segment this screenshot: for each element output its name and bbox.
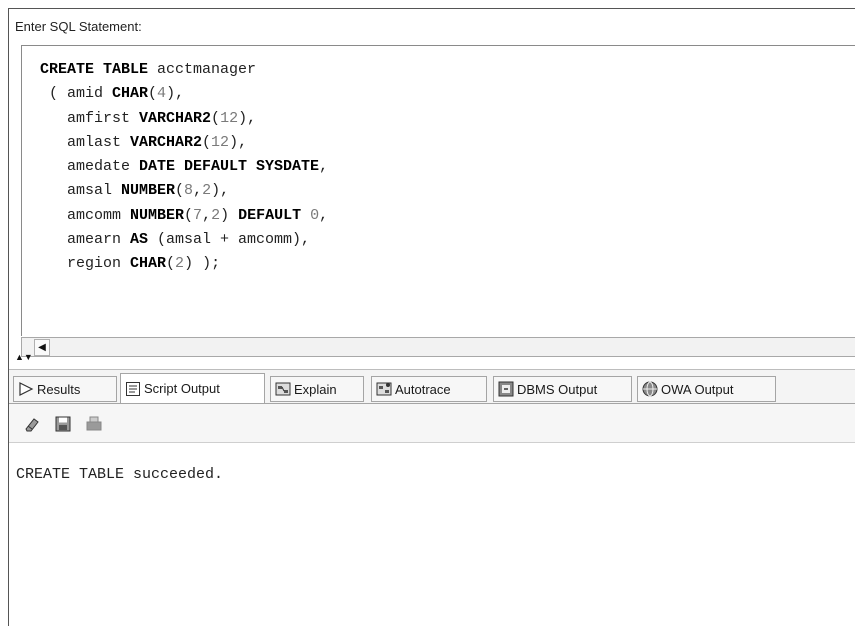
output-toolbar bbox=[9, 404, 855, 443]
sql-line[interactable]: ( amid CHAR(4), bbox=[40, 82, 328, 106]
print-icon[interactable] bbox=[85, 415, 103, 433]
save-icon[interactable] bbox=[54, 415, 72, 433]
sql-keyword: NUMBER bbox=[130, 206, 185, 224]
sql-text: ) bbox=[220, 206, 239, 224]
tab-explain-label: Explain bbox=[294, 381, 337, 397]
tab-script-output-label: Script Output bbox=[144, 381, 220, 396]
output-tab-strip: Results Script Output Explain Autotrace … bbox=[9, 369, 855, 404]
sql-text: ( bbox=[148, 85, 158, 103]
sql-editor[interactable]: CREATE TABLE acctmanager ( amid CHAR(4),… bbox=[21, 45, 855, 336]
sql-line[interactable]: amlast VARCHAR2(12), bbox=[40, 131, 328, 155]
sql-keyword: DATE DEFAULT SYSDATE bbox=[139, 158, 320, 176]
sql-keyword: NUMBER bbox=[121, 182, 176, 200]
sql-text: ), bbox=[211, 182, 230, 200]
sql-number: 8 bbox=[184, 182, 194, 200]
scroll-left-arrow-icon[interactable]: ◀ bbox=[34, 339, 50, 356]
script-output-text: CREATE TABLE succeeded. bbox=[16, 466, 224, 483]
sql-text: ( bbox=[202, 133, 212, 151]
sql-text: , bbox=[319, 158, 329, 176]
sql-line[interactable]: CREATE TABLE acctmanager bbox=[40, 58, 328, 82]
sql-number: 2 bbox=[211, 206, 221, 224]
sql-text: , bbox=[193, 182, 203, 200]
sql-text: , bbox=[319, 206, 329, 224]
sql-line[interactable]: amedate DATE DEFAULT SYSDATE, bbox=[40, 155, 328, 179]
sql-text: amedate bbox=[40, 158, 140, 176]
sql-line[interactable]: amfirst VARCHAR2(12), bbox=[40, 107, 328, 131]
sql-text: ( bbox=[184, 206, 194, 224]
sql-keyword: VARCHAR2 bbox=[139, 109, 212, 127]
sql-number: 4 bbox=[157, 85, 167, 103]
splitter-arrows-icon[interactable]: ▲▼ bbox=[15, 353, 33, 362]
sql-text: ), bbox=[166, 85, 185, 103]
sql-text: amcomm bbox=[40, 206, 131, 224]
sql-text: ) ); bbox=[184, 255, 221, 273]
sql-line[interactable]: amsal NUMBER(8,2), bbox=[40, 179, 328, 203]
sql-number: 2 bbox=[175, 255, 185, 273]
sql-text: amsal bbox=[40, 182, 122, 200]
sql-number: 12 bbox=[220, 109, 239, 127]
sql-text: ( bbox=[211, 109, 221, 127]
sql-text: amearn bbox=[40, 231, 131, 249]
sql-number: 2 bbox=[202, 182, 212, 200]
editor-label: Enter SQL Statement: bbox=[15, 19, 142, 34]
tab-results-label: Results bbox=[37, 381, 81, 397]
sql-keyword: VARCHAR2 bbox=[130, 133, 203, 151]
tab-explain[interactable]: Explain bbox=[270, 376, 364, 402]
sql-number: 12 bbox=[211, 133, 230, 151]
sql-text: region bbox=[40, 255, 131, 273]
tab-dbms-output-label: DBMS Output bbox=[517, 381, 598, 397]
sql-text: (amsal + amcomm), bbox=[148, 231, 311, 249]
tab-autotrace[interactable]: Autotrace bbox=[371, 376, 487, 402]
sql-text: amlast bbox=[40, 133, 131, 151]
play-triangle-icon bbox=[19, 382, 34, 396]
script-output-icon bbox=[126, 381, 140, 396]
sql-text: acctmanager bbox=[148, 61, 257, 78]
sql-worksheet-panel: Enter SQL Statement: CREATE TABLE acctma… bbox=[8, 8, 855, 627]
sql-code[interactable]: CREATE TABLE acctmanager ( amid CHAR(4),… bbox=[40, 58, 328, 277]
sql-text: amfirst bbox=[40, 109, 140, 127]
sql-keyword: CREATE TABLE bbox=[40, 61, 149, 78]
tab-owa-output[interactable]: OWA Output bbox=[637, 376, 776, 402]
sql-keyword: AS bbox=[130, 231, 149, 249]
tab-script-output[interactable]: Script Output bbox=[120, 373, 265, 404]
sql-line[interactable]: amearn AS (amsal + amcomm), bbox=[40, 228, 328, 252]
sql-text: ( bbox=[166, 255, 176, 273]
tab-autotrace-label: Autotrace bbox=[395, 381, 451, 397]
sql-text: , bbox=[202, 206, 212, 224]
sql-text: ( amid bbox=[40, 85, 113, 103]
autotrace-icon bbox=[376, 382, 392, 396]
globe-icon bbox=[642, 381, 658, 397]
sql-line[interactable]: amcomm NUMBER(7,2) DEFAULT 0, bbox=[40, 204, 328, 228]
editor-horizontal-scrollbar[interactable]: ◀ bbox=[21, 337, 855, 357]
pane-splitter[interactable]: ▲▼ bbox=[9, 353, 855, 368]
sql-number: 7 bbox=[193, 206, 203, 224]
eraser-icon[interactable] bbox=[23, 415, 41, 433]
tab-owa-output-label: OWA Output bbox=[661, 381, 734, 397]
sql-keyword: DEFAULT bbox=[238, 206, 302, 224]
sql-text: ), bbox=[229, 133, 248, 151]
sql-number: 0 bbox=[310, 206, 320, 224]
tab-dbms-output[interactable]: DBMS Output bbox=[493, 376, 632, 402]
sql-line[interactable]: region CHAR(2) ); bbox=[40, 252, 328, 276]
explain-plan-icon bbox=[275, 382, 291, 396]
sql-text: ), bbox=[238, 109, 257, 127]
sql-keyword: CHAR bbox=[112, 85, 149, 103]
script-output-panel: CREATE TABLE succeeded. bbox=[9, 403, 855, 627]
sql-keyword: CHAR bbox=[130, 255, 167, 273]
sql-text: ( bbox=[175, 182, 185, 200]
dbms-output-icon bbox=[498, 381, 514, 397]
tab-results[interactable]: Results bbox=[13, 376, 117, 402]
